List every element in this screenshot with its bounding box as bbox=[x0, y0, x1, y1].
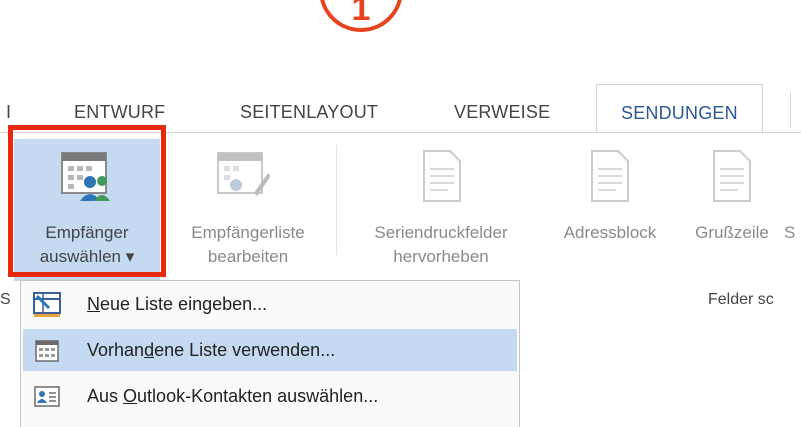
table-icon bbox=[35, 340, 59, 362]
ribbon-tabs: I ENTWURF SEITENLAYOUT VERWEISE SENDUNGE… bbox=[0, 84, 801, 133]
document-icon bbox=[423, 150, 461, 202]
tab-sendungen[interactable]: SENDUNGEN bbox=[596, 84, 763, 133]
group-label-fields: Felder sc bbox=[708, 291, 774, 308]
step-badge: 1 bbox=[319, 0, 403, 32]
address-block-button[interactable]: Adressblock bbox=[540, 139, 680, 281]
highlight-merge-fields-button[interactable]: Seriendruckfelder hervorheben bbox=[342, 139, 540, 281]
tab-seitenlayout[interactable]: SEITENLAYOUT bbox=[240, 92, 378, 132]
ribbon-group-separator bbox=[336, 145, 337, 255]
new-list-icon bbox=[33, 292, 61, 317]
highlight-merge-fields-label-2: hervorheben bbox=[393, 247, 489, 266]
contact-card-icon bbox=[34, 386, 60, 407]
document-icon bbox=[713, 150, 751, 202]
recipients-dropdown-menu: Neue Liste eingeben... Vorhandene Liste … bbox=[20, 280, 520, 427]
document-icon bbox=[591, 150, 629, 202]
step-number: 1 bbox=[351, 0, 371, 28]
tab-divider bbox=[790, 92, 791, 128]
select-recipients-label-2: auswählen ▾ bbox=[39, 247, 135, 266]
menu-item-choose-outlook-contacts[interactable]: Aus Outlook-Kontakten auswählen... bbox=[23, 375, 517, 417]
tab-verweise[interactable]: VERWEISE bbox=[454, 92, 550, 132]
highlight-merge-fields-label-1: Seriendruckfelder bbox=[374, 223, 508, 242]
tab-entwurf[interactable]: ENTWURF bbox=[74, 92, 165, 132]
cut-off-button[interactable]: S bbox=[784, 139, 801, 281]
menu-item-type-new-list[interactable]: Neue Liste eingeben... bbox=[23, 283, 517, 325]
select-recipients-button[interactable]: Empfänger auswählen ▾ bbox=[14, 139, 160, 281]
menu-item-use-existing-list[interactable]: Vorhandene Liste verwenden... bbox=[23, 329, 517, 371]
select-recipients-label-1: Empfänger bbox=[45, 223, 129, 242]
edit-recipient-list-label-1: Empfängerliste bbox=[191, 223, 305, 242]
group-label-left: S bbox=[0, 291, 11, 308]
calendar-contacts-icon bbox=[61, 152, 110, 201]
edit-recipient-list-button[interactable]: Empfängerliste bearbeiten bbox=[160, 139, 336, 281]
edit-recipient-list-label-2: bearbeiten bbox=[207, 247, 289, 266]
address-block-label: Adressblock bbox=[563, 223, 657, 242]
ribbon: Empfänger auswählen ▾ Empfängerliste bea… bbox=[0, 132, 801, 308]
calendar-edit-icon bbox=[217, 152, 270, 196]
greeting-line-label: Grußzeile bbox=[695, 223, 769, 242]
greeting-line-button[interactable]: Grußzeile bbox=[680, 139, 784, 281]
tab-cut-left[interactable]: I bbox=[6, 92, 11, 132]
cut-off-button-label: S bbox=[784, 223, 796, 242]
